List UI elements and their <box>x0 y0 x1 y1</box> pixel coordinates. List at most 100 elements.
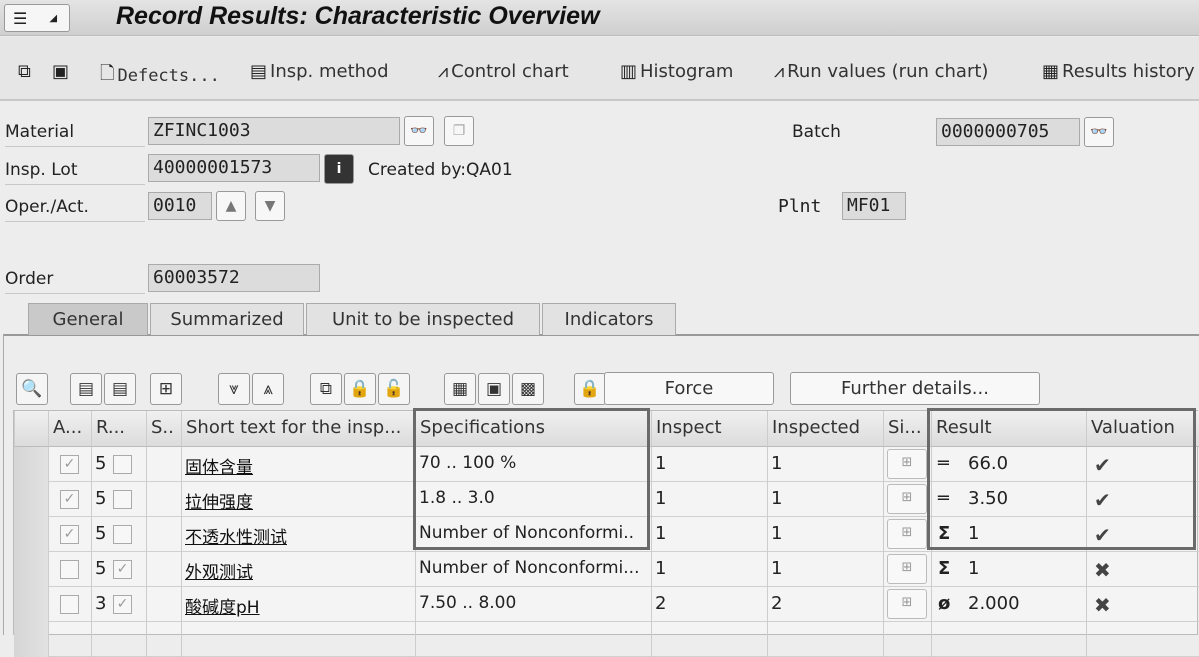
material-field[interactable]: ZFINC1003 <box>148 117 400 145</box>
material-label: Material <box>5 117 145 147</box>
row-selector[interactable] <box>14 517 48 552</box>
checkbox-a[interactable]: ✓ <box>60 525 79 544</box>
histogram-button[interactable]: ▥ Histogram <box>620 61 733 82</box>
result-value[interactable]: 2.000 <box>964 587 1084 622</box>
cell-divider <box>883 482 884 517</box>
collapse-button[interactable]: ⩓ <box>252 373 284 405</box>
glasses-icon: 👓 <box>1090 124 1108 140</box>
sample-count: 5 <box>95 558 107 579</box>
header-col-si[interactable]: Si... <box>883 411 931 447</box>
calendar-icon: ▣ <box>485 379 503 399</box>
checkbox-a[interactable]: ✓ <box>60 490 79 509</box>
display-material-button[interactable]: 👓 <box>404 116 434 146</box>
force-lock-button[interactable]: 🔒 <box>574 373 606 405</box>
tab-general[interactable]: General <box>28 303 148 335</box>
add-row-button[interactable]: ⊞ <box>150 373 182 405</box>
characteristic-link[interactable]: 拉伸强度 <box>181 482 415 517</box>
single-results-button[interactable]: ⊞ <box>887 449 927 479</box>
document-icon: 🗋 <box>100 63 115 84</box>
oper-act-field[interactable]: 0010 <box>148 192 212 220</box>
select-all-header[interactable] <box>14 411 48 447</box>
header-col-short-text[interactable]: Short text for the insp... <box>181 411 415 447</box>
checkbox-a[interactable]: ✓ <box>60 455 79 474</box>
stamp-button[interactable]: ▩ <box>512 373 544 405</box>
cell-divider <box>767 622 768 657</box>
characteristic-link[interactable]: 不透水性测试 <box>181 517 415 552</box>
order-field[interactable]: 60003572 <box>148 264 320 292</box>
control-chart-button[interactable]: ⩘ Control chart <box>438 61 569 82</box>
deselect-all-button[interactable]: ▤ <box>104 373 136 405</box>
row-selector[interactable] <box>14 552 48 587</box>
expand-down-icon: ⩔ <box>229 379 239 399</box>
characteristic-link[interactable]: 固体含量 <box>181 447 415 482</box>
info-button[interactable]: i <box>324 154 354 184</box>
checkbox-a[interactable] <box>60 560 79 579</box>
details-button[interactable]: 🔍 <box>16 373 48 405</box>
table-row: ✓ 3 酸碱度pH 7.50 .. 8.00 2 2 ⊞ ø 2.000 ✖ <box>14 587 1199 622</box>
previous-operation-button[interactable]: ▲ <box>216 191 246 221</box>
lock-button[interactable]: 🔒 <box>344 373 376 405</box>
defects-button[interactable]: 🗋 Defects... <box>100 61 220 91</box>
system-menu-button[interactable]: ☰ ◢ <box>4 4 70 32</box>
calculator-button[interactable]: ▦ <box>444 373 476 405</box>
switch-icon: ⧉ <box>18 61 31 82</box>
created-by-text: Created by:QA01 <box>368 160 513 180</box>
cell-divider <box>181 622 182 657</box>
calculator-icon: ▦ <box>451 379 469 399</box>
single-results-button[interactable]: ⊞ <box>887 554 927 584</box>
single-results-button[interactable]: ⊞ <box>887 589 927 619</box>
header-col-r[interactable]: R... <box>91 411 146 447</box>
cell-divider <box>146 552 147 587</box>
insp-method-button[interactable]: ▤ Insp. method <box>250 61 389 82</box>
checkbox-a[interactable] <box>60 595 79 614</box>
layout-button[interactable]: ▣ <box>52 61 69 82</box>
header-col-inspected[interactable]: Inspected <box>767 411 883 447</box>
switch-view-button[interactable]: ⧉ <box>18 61 31 82</box>
single-results-button[interactable]: ⊞ <box>887 519 927 549</box>
run-values-button[interactable]: ⩘ Run values (run chart) <box>774 61 988 82</box>
row-selector[interactable] <box>14 447 48 482</box>
copy-button[interactable]: ❐ <box>444 116 474 146</box>
plant-label: Plnt <box>778 196 822 217</box>
page-title: Record Results: Characteristic Overview <box>116 2 600 30</box>
tab-indicators[interactable]: Indicators <box>542 303 676 335</box>
cell-divider <box>146 482 147 517</box>
select-all-icon: ▤ <box>77 379 95 399</box>
next-operation-button[interactable]: ▼ <box>255 191 285 221</box>
inspected-count: 2 <box>771 593 783 614</box>
header-col-s[interactable]: S.. <box>146 411 181 447</box>
inspect-count: 1 <box>655 523 667 544</box>
select-all-button[interactable]: ▤ <box>70 373 102 405</box>
cell-divider <box>146 622 147 657</box>
header-col-a[interactable]: A... <box>48 411 91 447</box>
plant-field[interactable]: MF01 <box>842 192 906 220</box>
display-batch-button[interactable]: 👓 <box>1084 117 1114 147</box>
row-selector[interactable] <box>14 587 48 622</box>
batch-field[interactable]: 0000000705 <box>936 118 1080 146</box>
further-details-button[interactable]: Further details... <box>790 372 1040 405</box>
results-history-button[interactable]: ▦ Results history <box>1042 61 1195 82</box>
tab-unit-to-be-inspected[interactable]: Unit to be inspected <box>306 303 540 335</box>
row-selector[interactable] <box>14 482 48 517</box>
unlock-button[interactable]: 🔓 <box>378 373 410 405</box>
hierarchy-button[interactable]: ⧉ <box>310 373 342 405</box>
insp-lot-field[interactable]: 40000001573 <box>148 154 320 182</box>
tab-summarized[interactable]: Summarized <box>150 303 304 335</box>
calendar-button[interactable]: ▣ <box>478 373 510 405</box>
control-chart-label: Control chart <box>451 61 569 82</box>
force-button[interactable]: Force <box>604 372 774 405</box>
inspected-count: 1 <box>771 453 783 474</box>
result-value[interactable]: 1 <box>964 552 1084 587</box>
run-chart-icon: ⩘ <box>774 61 785 82</box>
hierarchy-icon: ⧉ <box>319 379 333 399</box>
expand-button[interactable]: ⩔ <box>218 373 250 405</box>
method-icon: ▤ <box>250 61 268 82</box>
characteristic-link[interactable]: 酸碱度pH <box>181 587 415 622</box>
cell-divider <box>883 587 884 622</box>
header-col-inspect[interactable]: Inspect <box>651 411 767 447</box>
single-results-button[interactable]: ⊞ <box>887 484 927 514</box>
characteristic-link[interactable]: 外观测试 <box>181 552 415 587</box>
row-selector[interactable] <box>14 622 48 657</box>
oper-act-label: Oper./Act. <box>5 192 145 222</box>
sample-count: 5 <box>95 453 107 474</box>
